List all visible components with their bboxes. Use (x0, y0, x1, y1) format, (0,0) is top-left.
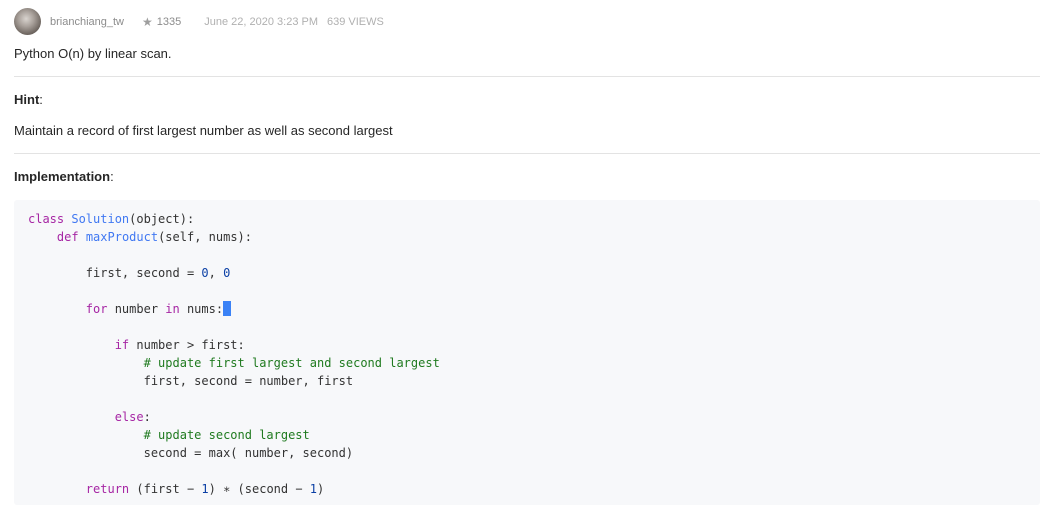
code-line: second = max( number, second) (28, 444, 1040, 462)
code-keyword: for (85, 302, 108, 316)
code-line: # update second largest (28, 426, 1040, 444)
code-keyword: if (114, 338, 130, 352)
code-text: number (107, 302, 166, 316)
author-username[interactable]: brianchiang_tw (50, 16, 124, 28)
code-line: # update first largest and second larges… (28, 354, 1040, 372)
code-text: (first − (129, 482, 202, 496)
code-line: first, second = number, first (28, 372, 1040, 390)
code-text: ) (317, 482, 325, 496)
hint-heading: Hint: (14, 92, 1040, 108)
code-line: if number > first: (28, 336, 1040, 354)
post-summary: Python O(n) by linear scan. (14, 46, 172, 61)
code-line: for number in nums: (28, 300, 1040, 318)
code-text: ) ∗ (second − (208, 482, 310, 496)
code-keyword: in (165, 302, 180, 316)
implementation-heading: Implementation: (14, 169, 1040, 185)
code-comment: # update first largest and second larges… (143, 356, 440, 370)
code-text: number > first: (129, 338, 245, 352)
divider (14, 76, 1040, 77)
reputation: ★ 1335 (142, 15, 181, 29)
code-text: first, second = number, first (143, 374, 354, 388)
hint-text: Maintain a record of first largest numbe… (14, 123, 393, 138)
code-function-name: maxProduct (85, 230, 159, 244)
code-line: else: (28, 408, 1040, 426)
code-text: (object): (129, 212, 195, 226)
code-line: class Solution(object): (28, 210, 1040, 228)
code-line: first, second = 0, 0 (28, 264, 1040, 282)
code-line: def maxProduct(self, nums): (28, 228, 1040, 246)
code-number: 1 (201, 482, 209, 496)
code-line: return (first − 1) ∗ (second − 1) (28, 480, 1040, 498)
post: brianchiang_tw ★ 1335 June 22, 2020 3:23… (14, 8, 1040, 505)
text-cursor (223, 301, 232, 316)
code-text: : (143, 410, 151, 424)
code-text: , (208, 266, 224, 280)
code-keyword: def (56, 230, 79, 244)
code-class-name: Solution (71, 212, 130, 226)
code-number: 0 (201, 266, 209, 280)
code-block[interactable]: class Solution(object): def maxProduct(s… (14, 200, 1040, 505)
reputation-value: 1335 (156, 15, 182, 28)
implementation-title: Implementation (14, 169, 111, 184)
view-count: 639 VIEWS (327, 15, 384, 28)
star-icon: ★ (142, 14, 153, 29)
post-meta: brianchiang_tw ★ 1335 June 22, 2020 3:23… (14, 8, 1040, 35)
code-keyword: else (114, 410, 144, 424)
code-number: 1 (309, 482, 318, 496)
code-text: second = max( number, second) (143, 446, 354, 460)
avatar[interactable] (14, 8, 41, 35)
code-comment: # update second largest (143, 428, 310, 442)
code-text: (self, nums): (158, 230, 252, 244)
implementation-colon: : (110, 169, 114, 184)
code-number: 0 (223, 266, 231, 280)
code-text: nums: (179, 302, 224, 316)
post-date: June 22, 2020 3:23 PM (204, 15, 318, 28)
code-keyword: class (28, 212, 65, 226)
hint-colon: : (39, 92, 43, 107)
code-text: first, second = (85, 266, 202, 280)
code-keyword: return (85, 482, 130, 496)
divider (14, 153, 1040, 154)
hint-title: Hint (14, 92, 40, 107)
